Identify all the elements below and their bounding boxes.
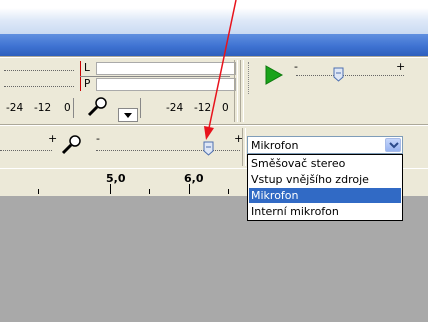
microphone-icon bbox=[87, 97, 107, 117]
output-slider-track[interactable] bbox=[0, 150, 52, 151]
ruler-tick bbox=[189, 184, 190, 194]
record-meter-button[interactable] bbox=[86, 96, 108, 118]
play-slider-plus: + bbox=[396, 60, 406, 73]
meter-track-left bbox=[4, 70, 74, 71]
toolbar-grip[interactable] bbox=[234, 60, 238, 122]
input-slider-minus: - bbox=[96, 132, 100, 145]
input-source-option[interactable]: Mikrofon bbox=[249, 188, 401, 203]
meter-scale-right-2: 0 bbox=[222, 102, 229, 114]
toolbar-divider bbox=[0, 56, 428, 58]
meter-right-label: P bbox=[84, 78, 91, 90]
input-volume-mic bbox=[60, 134, 82, 156]
meter-tick bbox=[73, 98, 74, 118]
meter-scale-left-1: -12 bbox=[34, 102, 52, 114]
meter-bar-left bbox=[96, 62, 236, 75]
ruler-tick bbox=[110, 184, 111, 194]
meter-tick bbox=[140, 98, 141, 118]
meter-track-left bbox=[4, 86, 74, 87]
input-source-option[interactable]: Interní mikrofon bbox=[249, 204, 401, 219]
ruler-tick bbox=[38, 189, 39, 194]
chevron-down-icon bbox=[389, 142, 399, 149]
toolbar-grip[interactable] bbox=[248, 62, 251, 94]
input-source-value: Mikrofon bbox=[251, 139, 299, 152]
window-title-area bbox=[0, 0, 428, 34]
meter-left-label: L bbox=[84, 62, 90, 74]
meter-scale-left-2: 0 bbox=[64, 102, 71, 114]
toolbar-grip[interactable] bbox=[240, 60, 244, 122]
ruler-tick bbox=[228, 189, 229, 194]
input-source-select[interactable]: Mikrofon bbox=[247, 136, 403, 154]
dropdown-button[interactable] bbox=[385, 138, 401, 152]
window-title-bar bbox=[0, 34, 428, 56]
ruler-label-6: 6,0 bbox=[184, 172, 204, 185]
ruler-label-5: 5,0 bbox=[106, 172, 126, 185]
meter-divider bbox=[80, 76, 230, 77]
toolbar-grip[interactable] bbox=[242, 128, 246, 166]
ruler-tick bbox=[149, 189, 150, 194]
input-source-list: Směšovač stereo Vstup vnějšího zdroje Mi… bbox=[247, 154, 403, 221]
input-source-option[interactable]: Směšovač stereo bbox=[249, 156, 401, 171]
microphone-icon bbox=[61, 135, 81, 155]
meter-scale-right-1: -12 bbox=[194, 102, 212, 114]
play-slider-track[interactable] bbox=[296, 75, 404, 76]
toolbar-divider bbox=[0, 124, 428, 126]
input-slider-thumb[interactable] bbox=[203, 141, 214, 156]
meter-bar-right bbox=[96, 78, 236, 91]
meter-options-button[interactable] bbox=[118, 108, 138, 122]
chevron-down-icon bbox=[124, 113, 132, 118]
input-source-option[interactable]: Vstup vnějšího zdroje bbox=[249, 172, 401, 187]
play-slider-minus: - bbox=[294, 60, 298, 73]
input-slider-track[interactable] bbox=[96, 150, 240, 151]
play-slider-thumb[interactable] bbox=[333, 67, 344, 82]
play-icon bbox=[265, 65, 284, 85]
output-slider-plus: + bbox=[48, 132, 58, 145]
play-button[interactable] bbox=[262, 64, 284, 86]
meter-scale-right-0: -24 bbox=[166, 102, 184, 114]
meter-scale-left-0: -24 bbox=[6, 102, 24, 114]
